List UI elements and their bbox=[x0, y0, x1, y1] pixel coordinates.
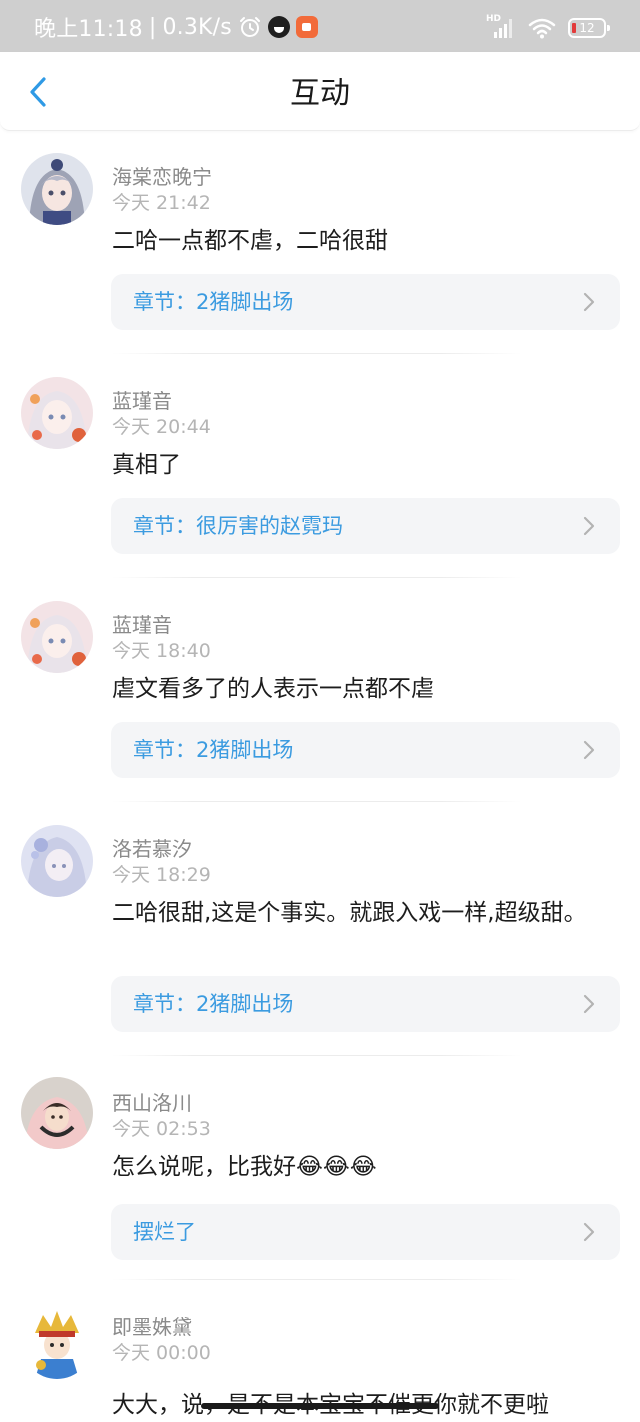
comment-time: 今天 00:00 bbox=[112, 1342, 211, 1364]
user-name[interactable]: 蓝瑾音 bbox=[112, 388, 172, 414]
avatar[interactable] bbox=[21, 1307, 93, 1379]
avatar[interactable] bbox=[21, 601, 93, 673]
page-title: 互动 bbox=[290, 76, 350, 111]
user-name[interactable]: 洛若慕汐 bbox=[112, 836, 192, 862]
comment-time: 今天 02:53 bbox=[112, 1118, 211, 1140]
divider bbox=[112, 801, 522, 802]
status-left: 晚上11:18 | 0.3K/s bbox=[34, 12, 318, 42]
comment-time: 今天 20:44 bbox=[112, 416, 211, 438]
status-time: 晚上11:18 bbox=[34, 17, 143, 42]
user-name[interactable]: 即墨姝黛 bbox=[112, 1314, 192, 1340]
status-bar: 晚上11:18 | 0.3K/s HD 12 bbox=[0, 0, 640, 52]
avatar[interactable] bbox=[21, 825, 93, 897]
status-separator: | bbox=[148, 14, 157, 40]
chevron-right-icon bbox=[583, 994, 595, 1014]
comment-text: 二哈一点都不虐，二哈很甜 bbox=[112, 228, 388, 254]
chapter-link[interactable]: 章节：很厉害的赵霓玛 bbox=[111, 498, 620, 554]
home-indicator[interactable] bbox=[201, 1403, 439, 1409]
chapter-label: 章节：2猪脚出场 bbox=[133, 738, 294, 762]
user-name[interactable]: 西山洛川 bbox=[112, 1090, 192, 1116]
comment-text: 真相了 bbox=[112, 452, 181, 478]
signal-bars-icon: HD bbox=[486, 14, 516, 39]
comment-time: 今天 18:40 bbox=[112, 640, 211, 662]
divider bbox=[112, 353, 522, 354]
user-name[interactable]: 海棠恋晚宁 bbox=[112, 164, 212, 190]
chapter-label: 摆烂了 bbox=[133, 1220, 196, 1244]
comment-item: 蓝瑾音 今天 18:40 虐文看多了的人表示一点都不虐 章节：2猪脚出场 bbox=[0, 579, 640, 803]
battery-icon: 12 bbox=[568, 18, 610, 38]
chapter-label: 章节：2猪脚出场 bbox=[133, 290, 294, 314]
comment-item: 即墨姝黛 今天 00:00 大大，说，是不是本宝宝不催更你就不更啦 bbox=[0, 1281, 640, 1422]
chapter-link[interactable]: 章节：2猪脚出场 bbox=[111, 722, 620, 778]
comment-item: 海棠恋晚宁 今天 21:42 二哈一点都不虐，二哈很甜 章节：2猪脚出场 bbox=[0, 131, 640, 355]
chapter-label: 章节：很厉害的赵霓玛 bbox=[133, 514, 343, 538]
video-app-icon bbox=[295, 16, 318, 38]
divider bbox=[112, 1279, 522, 1280]
header: 互动 bbox=[0, 52, 640, 131]
comment-item: 西山洛川 今天 02:53 怎么说呢，比我好😂😂😂 摆烂了 bbox=[0, 1057, 640, 1281]
comment-item: 洛若慕汐 今天 18:29 二哈很甜,这是个事实。就跟入戏一样,超级甜。 章节：… bbox=[0, 803, 640, 1057]
chevron-right-icon bbox=[583, 516, 595, 536]
comment-item: 蓝瑾音 今天 20:44 真相了 章节：很厉害的赵霓玛 bbox=[0, 355, 640, 579]
status-net-speed: 0.3K/s bbox=[162, 14, 232, 40]
battery-level: 12 bbox=[579, 21, 595, 35]
chevron-right-icon bbox=[583, 740, 595, 760]
chapter-label: 章节：2猪脚出场 bbox=[133, 992, 294, 1016]
avatar[interactable] bbox=[21, 153, 93, 225]
comment-time: 今天 21:42 bbox=[112, 192, 211, 214]
wifi-icon bbox=[528, 17, 556, 39]
chapter-link[interactable]: 章节：2猪脚出场 bbox=[111, 976, 620, 1032]
comment-text: 二哈很甜,这是个事实。就跟入戏一样,超级甜。 bbox=[112, 900, 587, 926]
comment-text: 虐文看多了的人表示一点都不虐 bbox=[112, 676, 434, 702]
status-right: HD 12 bbox=[486, 14, 610, 42]
divider bbox=[112, 1055, 522, 1056]
user-name[interactable]: 蓝瑾音 bbox=[112, 612, 172, 638]
avatar[interactable] bbox=[21, 377, 93, 449]
chapter-link[interactable]: 章节：2猪脚出场 bbox=[111, 274, 620, 330]
avatar[interactable] bbox=[21, 1077, 93, 1149]
chevron-right-icon bbox=[583, 292, 595, 312]
comment-text: 怎么说呢，比我好😂😂😂 bbox=[112, 1154, 377, 1180]
comment-time: 今天 18:29 bbox=[112, 864, 211, 886]
chapter-link[interactable]: 摆烂了 bbox=[111, 1204, 620, 1260]
chevron-right-icon bbox=[583, 1222, 595, 1242]
alarm-clock-icon bbox=[238, 15, 262, 39]
divider bbox=[112, 577, 522, 578]
qq-penguin-icon bbox=[267, 16, 290, 38]
